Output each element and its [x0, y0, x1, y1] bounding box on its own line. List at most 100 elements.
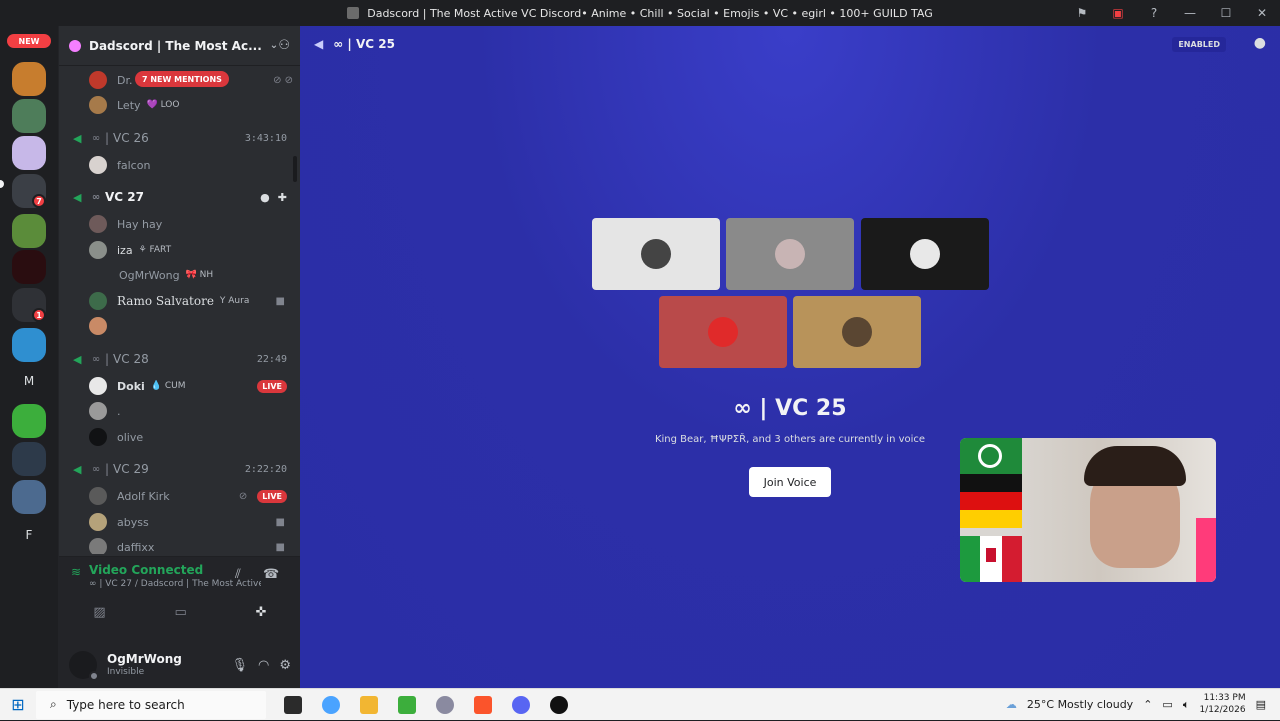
- list-item[interactable]: Doki 💧 CUM LIVE: [89, 375, 299, 397]
- noise-suppression-icon[interactable]: ⫽: [235, 567, 241, 582]
- list-item[interactable]: .: [89, 400, 299, 422]
- chat-bubble-icon[interactable]: ●: [1254, 35, 1266, 51]
- voice-channel-vc28[interactable]: ◀ ∞ | VC 28 22:49: [59, 348, 300, 370]
- taskbar-clock[interactable]: 11:33 PM 1/12/2026: [1199, 693, 1245, 716]
- app-icon[interactable]: [550, 695, 568, 714]
- participant-tile[interactable]: [659, 296, 787, 368]
- discord-icon[interactable]: [512, 695, 530, 714]
- voice-status[interactable]: Video Connected: [89, 563, 203, 577]
- screen-share-icon[interactable]: ▣: [1100, 0, 1136, 26]
- task-view-icon[interactable]: [284, 695, 302, 714]
- list-item[interactable]: daffixx ■: [89, 536, 299, 554]
- server-header[interactable]: Dadscord | The Most Ac... ⌄ ⚇: [59, 26, 300, 66]
- avatar[interactable]: [69, 651, 99, 681]
- microphone-icon[interactable]: 🎙︎: [231, 658, 248, 673]
- picture-in-picture-video[interactable]: [960, 438, 1216, 582]
- speaker-icon: ◀: [73, 462, 82, 476]
- close-icon[interactable]: ✕: [1244, 0, 1280, 26]
- copilot-icon[interactable]: [322, 695, 340, 714]
- participant-tile[interactable]: [793, 296, 921, 368]
- minecraft-icon[interactable]: [398, 695, 416, 714]
- file-explorer-icon[interactable]: [360, 695, 378, 714]
- member-name: falcon: [117, 158, 151, 172]
- new-pill[interactable]: NEW: [7, 34, 51, 48]
- voice-connection-panel: ≋ Video Connected ∞ | VC 27 / Dadscord |…: [59, 556, 301, 646]
- webcam-hair: [1084, 446, 1186, 486]
- weather-text[interactable]: 25°C Mostly cloudy: [1027, 698, 1133, 711]
- participant-tile[interactable]: [726, 218, 854, 290]
- participant-tile[interactable]: [861, 218, 989, 290]
- avatar: [775, 239, 805, 269]
- screen-share-icon[interactable]: ▭: [175, 605, 187, 620]
- titlebar-controls: ⚑ ▣ ? — ☐ ✕: [1064, 0, 1280, 26]
- server-icon-11[interactable]: [12, 480, 46, 514]
- server-icon-2[interactable]: [12, 99, 46, 133]
- network-icon[interactable]: ▭: [1162, 698, 1172, 711]
- list-item[interactable]: Hay hay: [89, 213, 299, 235]
- channel-title: ∞ | VC 25: [333, 37, 395, 51]
- user-status: Invisible: [107, 666, 145, 677]
- channel-name: VC 26: [113, 131, 149, 145]
- avatar: [89, 96, 107, 114]
- server-icon-6[interactable]: [12, 250, 46, 284]
- headphones-icon[interactable]: ◠: [258, 658, 269, 673]
- server-letter-f[interactable]: F: [12, 518, 46, 552]
- member-name: olive: [117, 430, 144, 444]
- camera-off-icon[interactable]: ▨: [93, 605, 105, 620]
- server-icon-5[interactable]: [12, 214, 46, 248]
- list-item[interactable]: olive: [89, 426, 299, 448]
- minimize-icon[interactable]: —: [1172, 0, 1208, 26]
- voice-channel-vc29[interactable]: ◀ ∞ | VC 29 2:22:20: [59, 458, 300, 480]
- participant-tile[interactable]: [592, 218, 720, 290]
- brave-browser-icon[interactable]: [474, 695, 492, 714]
- notification-icon[interactable]: ▤: [1256, 698, 1266, 711]
- add-user-icon[interactable]: ✚: [278, 191, 287, 204]
- list-item[interactable]: Adolf Kirk ⊘ LIVE: [89, 485, 299, 507]
- enabled-badge[interactable]: ENABLED: [1172, 37, 1226, 52]
- server-letter-m[interactable]: M: [12, 364, 46, 398]
- avatar: [910, 239, 940, 269]
- voice-channel-vc26[interactable]: ◀ ∞ | VC 26 3:43:10: [59, 127, 300, 149]
- server-icon-10[interactable]: [12, 442, 46, 476]
- new-mentions-pill[interactable]: 7 NEW MENTIONS: [135, 71, 229, 87]
- list-item[interactable]: Ramo Salvatore Y Aura ■: [89, 290, 299, 312]
- user-info[interactable]: OgMrWong Invisible: [107, 652, 182, 677]
- infinity-icon: ∞: [91, 463, 101, 475]
- clock-time: 11:33 PM: [1203, 693, 1246, 704]
- server-icon-8[interactable]: [12, 328, 46, 362]
- list-item[interactable]: abyss ■: [89, 511, 299, 533]
- join-voice-button[interactable]: Join Voice: [749, 467, 831, 497]
- list-item[interactable]: OgMrWong 🎀 NH: [89, 264, 299, 286]
- maximize-icon[interactable]: ☐: [1208, 0, 1244, 26]
- voice-main-view: ◀ ∞ | VC 25 ENABLED ● ∞ | VC 25 King Bea…: [300, 26, 1280, 688]
- server-icon-9[interactable]: [12, 404, 46, 438]
- server-rail: NEW 7 1 M F: [0, 26, 58, 688]
- invite-icon[interactable]: ⚇: [278, 38, 290, 53]
- server-icon-3[interactable]: [12, 136, 46, 170]
- chat-icon[interactable]: ●: [260, 191, 270, 204]
- voice-channel-vc27[interactable]: ◀ ∞ VC 27 ● ✚: [59, 186, 300, 208]
- speaker-icon[interactable]: 🔈︎: [1183, 698, 1190, 712]
- flag-icon[interactable]: ⚑: [1064, 0, 1100, 26]
- settings-gear-icon[interactable]: ⚙: [279, 658, 291, 673]
- avatar: [708, 317, 738, 347]
- flag-stripe: [960, 510, 1022, 528]
- list-item[interactable]: Lety 💜 LOO: [89, 94, 299, 116]
- mute-icon: ⊘: [238, 490, 248, 502]
- camera-icon: ■: [275, 516, 285, 528]
- chevron-up-icon[interactable]: ⌃: [1143, 698, 1152, 711]
- avatar: [89, 538, 107, 554]
- list-item[interactable]: falcon: [89, 154, 299, 176]
- scrollbar-thumb[interactable]: [293, 156, 297, 182]
- windows-start-icon[interactable]: ⊞: [0, 689, 36, 721]
- activities-icon[interactable]: ✜: [256, 605, 267, 620]
- disconnect-icon[interactable]: ☎: [263, 567, 279, 582]
- help-icon[interactable]: ?: [1136, 0, 1172, 26]
- taskbar-search[interactable]: ⌕ Type here to search: [36, 690, 266, 719]
- app-icon[interactable]: [436, 695, 454, 714]
- infinity-icon: ∞: [91, 132, 101, 144]
- list-item[interactable]: iza ⚘ FART: [89, 239, 299, 261]
- member-tag: 💧 CUM: [150, 381, 186, 391]
- list-item[interactable]: [89, 315, 299, 337]
- server-icon-1[interactable]: [12, 62, 46, 96]
